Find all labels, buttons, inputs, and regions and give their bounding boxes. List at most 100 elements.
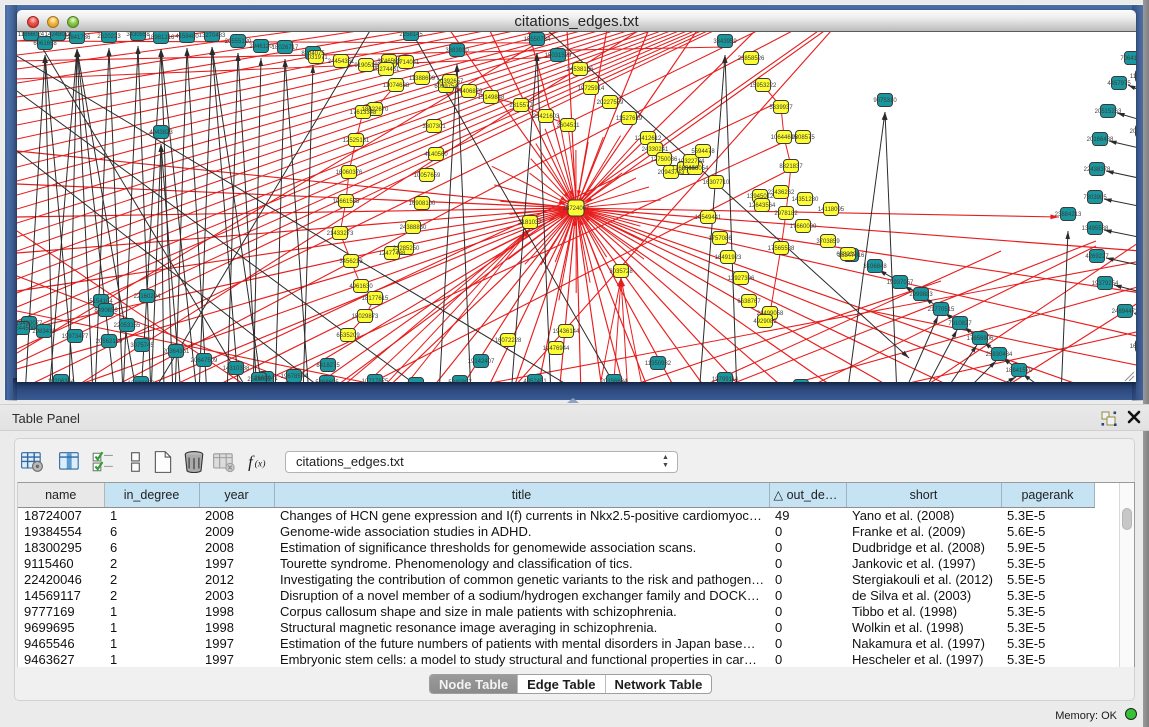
svg-text:18177615: 18177615 — [362, 296, 389, 302]
svg-text:6535209: 6535209 — [336, 333, 360, 339]
svg-text:3106848: 3106848 — [863, 264, 887, 270]
svg-text:19937057: 19937057 — [887, 280, 914, 286]
svg-text:3883910: 3883910 — [445, 48, 469, 54]
svg-text:20227559: 20227559 — [597, 100, 624, 106]
svg-text:12525131: 12525131 — [343, 138, 370, 144]
svg-text:23436262: 23436262 — [768, 190, 795, 196]
svg-text:19678574: 19678574 — [281, 374, 308, 380]
svg-text:10057659: 10057659 — [414, 173, 441, 179]
svg-text:20458054: 20458054 — [682, 166, 709, 172]
svg-text:23421603: 23421603 — [533, 114, 560, 120]
svg-text:24454361: 24454361 — [328, 59, 355, 65]
svg-text:18841570: 18841570 — [1006, 368, 1033, 374]
svg-text:24894472: 24894472 — [1112, 309, 1136, 315]
svg-text:5594478: 5594478 — [691, 149, 715, 155]
svg-text:20274461: 20274461 — [373, 67, 400, 73]
svg-text:15550734: 15550734 — [524, 37, 551, 43]
svg-text:22841736: 22841736 — [64, 35, 91, 41]
svg-text:7303905: 7303905 — [1083, 195, 1107, 201]
svg-text:9308575: 9308575 — [791, 135, 815, 141]
svg-text:17565588: 17565588 — [768, 246, 795, 252]
svg-text:18026717: 18026717 — [272, 45, 299, 51]
svg-text:11527619: 11527619 — [616, 116, 643, 122]
svg-text:11350932: 11350932 — [645, 361, 672, 367]
svg-text:12750036: 12750036 — [651, 157, 678, 163]
svg-text:6061658: 6061658 — [33, 41, 57, 47]
svg-text:7031971: 7031971 — [304, 55, 328, 61]
svg-text:16206344: 16206344 — [48, 379, 75, 382]
svg-text:1757086: 1757086 — [708, 236, 732, 242]
svg-text:19973477: 19973477 — [62, 334, 89, 340]
svg-text:20515263: 20515263 — [1095, 109, 1122, 115]
svg-text:23285250: 23285250 — [393, 246, 420, 252]
svg-text:7910827: 7910827 — [948, 321, 972, 327]
svg-text:4158480: 4158480 — [175, 34, 199, 40]
svg-text:9075310: 9075310 — [873, 98, 897, 104]
svg-text:20562129: 20562129 — [96, 339, 123, 345]
svg-text:19379254: 19379254 — [1092, 281, 1119, 287]
svg-text:3181037: 3181037 — [518, 220, 542, 226]
svg-text:19436144: 19436144 — [553, 329, 580, 335]
svg-text:22160294: 22160294 — [134, 294, 161, 300]
svg-text:8418275: 8418275 — [316, 363, 340, 369]
svg-text:16908100: 16908100 — [409, 201, 436, 207]
svg-text:3343959: 3343959 — [713, 39, 737, 45]
svg-text:4961630: 4961630 — [349, 284, 373, 290]
svg-text:3035728: 3035728 — [609, 269, 633, 275]
svg-text:17656906: 17656906 — [967, 336, 994, 342]
svg-text:11388699: 11388699 — [409, 76, 436, 82]
svg-text:2620223: 2620223 — [97, 34, 121, 40]
svg-text:15149848: 15149848 — [478, 95, 505, 101]
svg-text:2258145: 2258145 — [399, 32, 423, 38]
svg-text:20156684: 20156684 — [601, 379, 628, 382]
svg-text:20364361: 20364361 — [163, 349, 190, 355]
svg-text:2946120: 2946120 — [249, 44, 273, 50]
svg-text:19725914: 19725914 — [578, 86, 605, 92]
svg-text:4457975: 4457975 — [1107, 81, 1131, 87]
svg-text:22053165: 22053165 — [114, 323, 141, 329]
svg-text:22714041: 22714041 — [393, 60, 420, 66]
svg-text:14118095: 14118095 — [818, 207, 845, 213]
svg-text:12643564: 12643564 — [749, 203, 776, 209]
svg-text:13270483: 13270483 — [199, 33, 226, 39]
svg-text:5468605: 5468605 — [315, 380, 339, 382]
svg-text:22438378: 22438378 — [1084, 167, 1111, 173]
svg-text:11074688: 11074688 — [383, 83, 410, 89]
svg-text:24330241: 24330241 — [642, 147, 669, 153]
svg-text:24388850: 24388850 — [400, 225, 427, 231]
svg-text:24538166: 24538166 — [567, 67, 594, 73]
svg-text:3703859: 3703859 — [816, 239, 840, 245]
svg-text:4269227: 4269227 — [1085, 254, 1109, 260]
svg-text:4929082: 4929082 — [753, 319, 777, 325]
svg-text:3075745: 3075745 — [130, 343, 154, 349]
svg-text:5339937: 5339937 — [769, 105, 793, 111]
svg-text:23884213: 23884213 — [1055, 212, 1082, 218]
svg-text:20392657: 20392657 — [437, 79, 464, 85]
svg-text:5154104: 5154104 — [89, 299, 113, 305]
svg-text:21499058: 21499058 — [757, 311, 784, 317]
svg-text:20166438: 20166438 — [1087, 137, 1114, 143]
svg-text:20647509: 20647509 — [191, 358, 218, 364]
svg-text:17660000: 17660000 — [790, 224, 817, 230]
svg-text:6582326: 6582326 — [836, 252, 860, 258]
svg-text:10717675: 10717675 — [362, 379, 389, 382]
svg-text:13132690: 13132690 — [128, 381, 155, 382]
svg-text:16307710: 16307710 — [703, 180, 730, 186]
svg-text:23830434: 23830434 — [986, 352, 1013, 358]
svg-text:15953222: 15953222 — [750, 83, 777, 89]
svg-text:10661588: 10661588 — [333, 199, 360, 205]
svg-text:11866024: 11866024 — [18, 32, 45, 38]
svg-text:2563055: 2563055 — [247, 377, 271, 382]
svg-text:2999883: 2999883 — [909, 292, 933, 298]
svg-text:6638767: 6638767 — [737, 299, 761, 305]
svg-text:14310388: 14310388 — [223, 366, 250, 372]
svg-text:11541029: 11541029 — [1130, 74, 1136, 80]
svg-text:19799114: 19799114 — [712, 377, 739, 382]
svg-text:3307301: 3307301 — [422, 124, 446, 130]
svg-text:(x): (x) — [255, 458, 266, 469]
svg-text:10549441: 10549441 — [695, 215, 722, 221]
svg-text:14351230: 14351230 — [792, 197, 819, 203]
svg-text:2978182: 2978182 — [774, 211, 798, 217]
svg-text:20555120: 20555120 — [225, 39, 252, 45]
svg-text:15031529: 15031529 — [545, 53, 572, 59]
